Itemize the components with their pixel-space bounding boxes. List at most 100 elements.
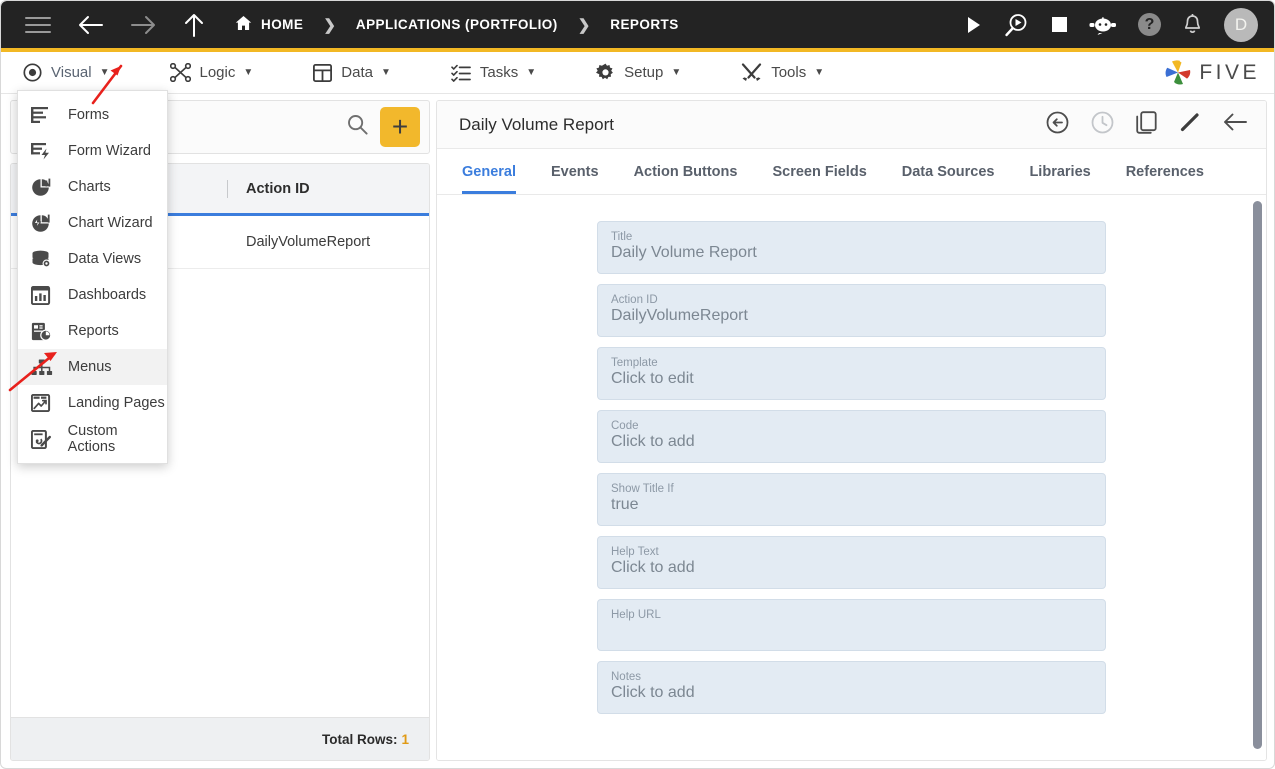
field-value-template: Click to edit [611,370,694,387]
column-header-action-id[interactable]: Action ID [227,181,310,197]
field-action-id[interactable]: Action ID DailyVolumeReport [597,284,1106,337]
edit-pencil-icon[interactable] [1179,111,1201,138]
detail-tabs: General Events Action Buttons Screen Fie… [437,149,1266,195]
field-code[interactable]: Code Click to add [597,410,1106,463]
chatbot-icon[interactable] [1089,15,1116,35]
tab-screen-fields[interactable]: Screen Fields [772,149,866,194]
dropdown-label-reports: Reports [68,323,119,339]
debug-icon[interactable] [1004,12,1030,38]
custom-actions-icon [31,429,55,449]
notifications-bell-icon[interactable] [1183,14,1202,35]
history-clock-icon[interactable] [1091,111,1114,139]
menu-label-tools: Tools [771,64,807,81]
run-icon[interactable] [966,16,982,34]
forward-navigation-icon[interactable] [130,14,157,36]
five-logo[interactable]: FIVE [1163,59,1260,86]
revert-icon[interactable] [1046,111,1069,139]
form-wizard-icon [31,142,55,160]
field-label-action-id: Action ID [611,294,658,306]
tab-general[interactable]: General [462,149,516,194]
field-value-show-title-if: true [611,496,639,513]
menu-item-setup[interactable]: Setup ▼ [596,63,681,82]
landing-pages-icon [31,394,55,412]
dropdown-label-form-wizard: Form Wizard [68,143,151,159]
dropdown-label-landing-pages: Landing Pages [68,395,165,411]
eye-icon [23,63,42,82]
help-glyph: ? [1144,15,1155,33]
arrow-up-icon [185,13,203,37]
vertical-scrollbar[interactable] [1253,201,1262,749]
dropdown-item-dashboards[interactable]: Dashboards [18,277,167,313]
menu-label-logic: Logic [199,64,236,81]
field-notes[interactable]: Notes Click to add [597,661,1106,714]
menu-item-data[interactable]: Data ▼ [313,63,391,82]
back-navigation-icon[interactable] [77,14,104,36]
chevron-down-icon: ▼ [243,67,254,78]
module-menu-bar: Visual ▼ Logic ▼ Data ▼ Tasks ▼ Setup ▼ … [1,52,1274,94]
field-help-url[interactable]: Help URL [597,599,1106,651]
avatar[interactable]: D [1224,7,1258,42]
hamburger-menu-icon[interactable] [25,16,51,34]
five-logo-text: FIVE [1199,60,1260,84]
menu-item-tools[interactable]: Tools ▼ [741,63,824,82]
field-value-action-id: DailyVolumeReport [611,307,748,324]
duplicate-icon[interactable] [1136,110,1157,139]
breadcrumb-label-home: HOME [261,17,304,32]
dropdown-item-landing-pages[interactable]: Landing Pages [18,385,167,421]
dropdown-label-forms: Forms [68,107,110,123]
menu-item-tasks[interactable]: Tasks ▼ [451,64,536,82]
tab-references[interactable]: References [1126,149,1204,194]
tab-data-sources[interactable]: Data Sources [902,149,995,194]
five-pinwheel-icon [1165,60,1191,85]
dropdown-label-menus: Menus [68,359,112,375]
dropdown-item-data-views[interactable]: Data Views [18,241,167,277]
menu-item-visual[interactable]: Visual ▼ [23,63,110,82]
forms-icon [31,106,55,124]
field-label-show-title-if: Show Title If [611,483,674,495]
breadcrumb-item-applications[interactable]: APPLICATIONS (PORTFOLIO) [356,17,558,32]
field-show-title-if[interactable]: Show Title If true [597,473,1106,526]
menu-item-logic[interactable]: Logic ▼ [169,63,254,82]
field-value-title: Daily Volume Report [611,244,757,261]
arrow-right-icon [131,15,155,34]
field-value-code: Click to add [611,433,695,450]
dropdown-item-charts[interactable]: Charts [18,169,167,205]
topbar-actions: ? D [944,7,1274,42]
arrow-left-icon [79,15,103,34]
plus-icon: + [391,111,409,142]
tab-events[interactable]: Events [551,149,599,194]
chevron-down-icon: ▼ [526,67,537,78]
chevron-down-icon: ▼ [380,67,391,78]
stop-icon[interactable] [1052,17,1067,32]
breadcrumb-item-home[interactable]: HOME [235,15,303,34]
charts-icon [31,178,55,197]
menu-label-setup: Setup [624,64,664,81]
help-icon[interactable]: ? [1138,13,1161,36]
home-icon [235,15,252,34]
field-help-text[interactable]: Help Text Click to add [597,536,1106,589]
breadcrumb-item-reports[interactable]: REPORTS [610,17,678,32]
field-label-title: Title [611,231,633,243]
dropdown-item-custom-actions[interactable]: Custom Actions [18,421,167,457]
add-report-button[interactable]: + [380,107,420,147]
field-template[interactable]: Template Click to edit [597,347,1106,400]
visual-dropdown-menu: Forms Form Wizard Charts Chart Wizard Da… [17,90,168,464]
up-navigation-icon[interactable] [183,12,205,38]
back-arrow-icon[interactable] [1223,112,1248,137]
field-label-notes: Notes [611,671,642,683]
tab-action-buttons[interactable]: Action Buttons [634,149,738,194]
search-icon[interactable] [347,114,368,140]
field-title[interactable]: Title Daily Volume Report [597,221,1106,274]
page-title: Daily Volume Report [459,114,614,134]
detail-header: Daily Volume Report [437,101,1266,149]
dropdown-item-form-wizard[interactable]: Form Wizard [18,133,167,169]
dropdown-item-reports[interactable]: Reports [18,313,167,349]
dropdown-label-custom-actions: Custom Actions [67,423,118,455]
chevron-down-icon: ▼ [671,67,682,78]
dropdown-item-chart-wizard[interactable]: Chart Wizard [18,205,167,241]
dropdown-item-forms[interactable]: Forms [18,97,167,133]
tab-libraries[interactable]: Libraries [1029,149,1090,194]
dropdown-item-menus[interactable]: Menus [18,349,167,385]
field-value-help-url [611,622,1092,650]
menu-label-visual: Visual [51,64,92,81]
